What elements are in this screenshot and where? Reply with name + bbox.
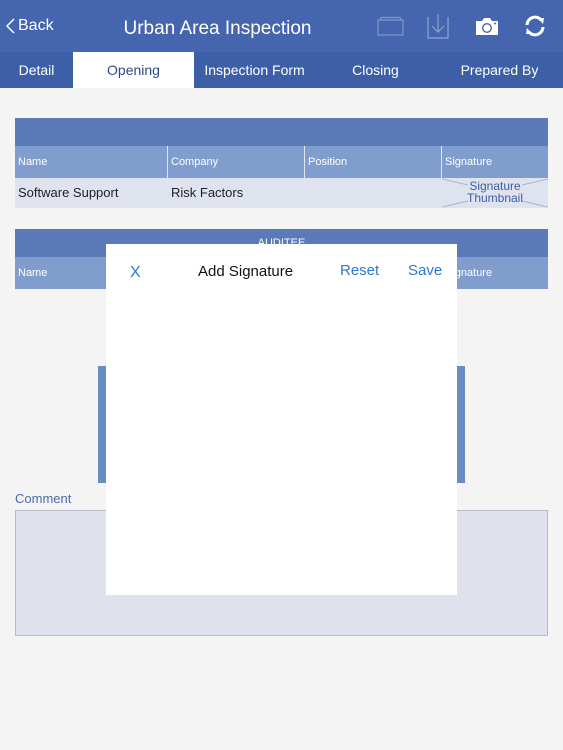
tab-inspection-form[interactable]: Inspection Form bbox=[194, 52, 315, 88]
column-name: Name bbox=[15, 146, 168, 178]
auditor-table: Name Company Position Signature Software… bbox=[15, 118, 548, 208]
add-signature-dialog: X Add Signature Reset Save bbox=[106, 244, 457, 595]
close-button[interactable]: X bbox=[130, 264, 141, 282]
tab-closing[interactable]: Closing bbox=[315, 52, 436, 88]
column-signature: Signature bbox=[445, 267, 493, 279]
auditor-table-title bbox=[15, 118, 548, 146]
tab-bar: Detail Opening Inspection Form Closing P… bbox=[0, 52, 563, 88]
cell-position bbox=[305, 178, 442, 208]
sync-icon[interactable] bbox=[522, 12, 548, 40]
tab-detail[interactable]: Detail bbox=[0, 52, 73, 88]
tab-opening[interactable]: Opening bbox=[73, 52, 194, 88]
download-icon[interactable] bbox=[426, 12, 450, 40]
dialog-title: Add Signature bbox=[198, 263, 294, 280]
page-title: Urban Area Inspection bbox=[123, 18, 312, 39]
column-signature: Signature bbox=[445, 156, 493, 168]
column-company: Company bbox=[168, 146, 305, 178]
signature-thumbnail-text: Signature Thumbnail bbox=[466, 179, 524, 205]
table-row[interactable]: Software Support Risk Factors Signature … bbox=[15, 178, 548, 208]
signature-pad[interactable] bbox=[106, 294, 457, 595]
column-position: Position bbox=[305, 146, 442, 178]
save-button[interactable]: Save bbox=[408, 262, 442, 279]
camera-icon[interactable] bbox=[474, 12, 500, 40]
cell-name: Software Support bbox=[18, 185, 119, 200]
comment-label: Comment bbox=[15, 491, 72, 506]
signature-thumbnail[interactable]: Signature Thumbnail bbox=[442, 178, 548, 208]
reset-button[interactable]: Reset bbox=[340, 262, 379, 279]
nav-bar: Back Urban Area Inspection bbox=[0, 0, 563, 52]
auditor-table-columns: Name Company Position Signature bbox=[15, 146, 548, 178]
cell-company: Risk Factors bbox=[171, 185, 244, 200]
folder-icon[interactable] bbox=[376, 12, 404, 40]
tab-prepared-by[interactable]: Prepared By bbox=[436, 52, 563, 88]
